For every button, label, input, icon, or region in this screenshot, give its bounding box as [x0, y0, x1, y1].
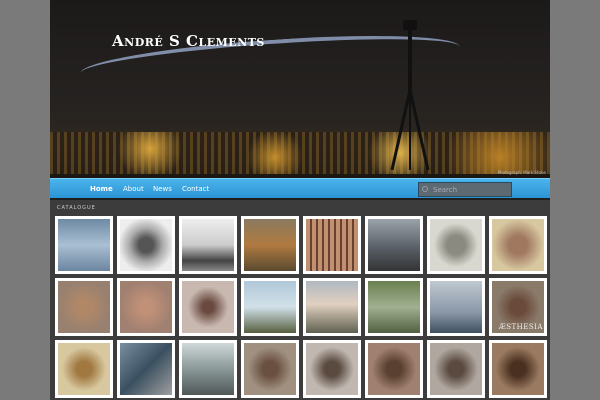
- catalogue-thumbnail[interactable]: [117, 278, 175, 336]
- catalogue-thumbnail[interactable]: [365, 278, 423, 336]
- city-lights: [50, 132, 550, 174]
- thumbnail-image: [306, 343, 358, 395]
- search-placeholder: Search: [433, 186, 458, 194]
- catalogue-thumbnail[interactable]: [427, 340, 485, 398]
- search-input[interactable]: Search: [418, 182, 512, 197]
- section-label: CATALOGUE: [57, 205, 96, 211]
- page: André S Clements Photograph: Mark Stone …: [50, 0, 550, 400]
- catalogue-thumbnail[interactable]: [303, 278, 361, 336]
- thumbnail-image: [368, 343, 420, 395]
- catalogue-thumbnail[interactable]: [427, 278, 485, 336]
- nav-home[interactable]: Home: [90, 185, 113, 193]
- thumbnail-image: [120, 343, 172, 395]
- catalogue-thumbnail[interactable]: [303, 340, 361, 398]
- catalogue-thumbnail[interactable]: [179, 216, 237, 274]
- thumbnail-image: [368, 281, 420, 333]
- catalogue-thumbnail[interactable]: [117, 216, 175, 274]
- main-nav: Home About News Contact Search: [50, 178, 550, 200]
- thumbnail-image: [306, 219, 358, 271]
- catalogue-thumbnail[interactable]: [55, 216, 113, 274]
- header-banner: André S Clements Photograph: Mark Stone: [50, 0, 550, 178]
- thumbnail-image: [492, 219, 544, 271]
- thumbnail-image: [306, 281, 358, 333]
- thumbnail-image: [430, 281, 482, 333]
- nav-news[interactable]: News: [153, 185, 172, 193]
- thumbnail-image: [182, 281, 234, 333]
- thumbnail-image: [58, 343, 110, 395]
- catalogue-thumbnail[interactable]: [55, 278, 113, 336]
- thumbnail-image: [58, 281, 110, 333]
- tripod-camera-icon: [390, 20, 430, 170]
- catalogue-thumbnail[interactable]: [489, 340, 547, 398]
- catalogue-thumbnail[interactable]: [427, 216, 485, 274]
- thumbnail-image: [430, 219, 482, 271]
- site-title[interactable]: André S Clements: [112, 32, 265, 50]
- catalogue-thumbnail[interactable]: [179, 340, 237, 398]
- thumbnail-image: [492, 343, 544, 395]
- thumbnail-image: [182, 219, 234, 271]
- thumbnail-image: [244, 343, 296, 395]
- thumbnail-image: [120, 281, 172, 333]
- thumbnail-image: [368, 219, 420, 271]
- catalogue-thumbnail[interactable]: [179, 278, 237, 336]
- catalogue-thumbnail[interactable]: [365, 216, 423, 274]
- nav-about[interactable]: About: [123, 185, 144, 193]
- catalogue-thumbnail[interactable]: [303, 216, 361, 274]
- thumbnail-image: [244, 281, 296, 333]
- thumbnail-image: [58, 219, 110, 271]
- search-icon: [422, 186, 428, 192]
- thumbnail-image: [182, 343, 234, 395]
- catalogue-thumbnail[interactable]: [489, 216, 547, 274]
- catalogue-thumbnail[interactable]: [241, 278, 299, 336]
- thumbnail-image: [244, 219, 296, 271]
- catalogue-thumbnail[interactable]: [365, 340, 423, 398]
- catalogue-thumbnail[interactable]: ÆSTHESIA: [489, 278, 547, 336]
- photo-credit: Photograph: Mark Stone: [497, 170, 546, 175]
- nav-contact[interactable]: Contact: [182, 185, 209, 193]
- catalogue-thumbnail[interactable]: [241, 340, 299, 398]
- thumbnail-image: [120, 219, 172, 271]
- thumbnail-caption: ÆSTHESIA: [498, 323, 543, 331]
- catalogue-thumbnail[interactable]: [55, 340, 113, 398]
- catalogue-thumbnail[interactable]: [117, 340, 175, 398]
- catalogue-thumbnail[interactable]: [241, 216, 299, 274]
- thumbnail-image: [430, 343, 482, 395]
